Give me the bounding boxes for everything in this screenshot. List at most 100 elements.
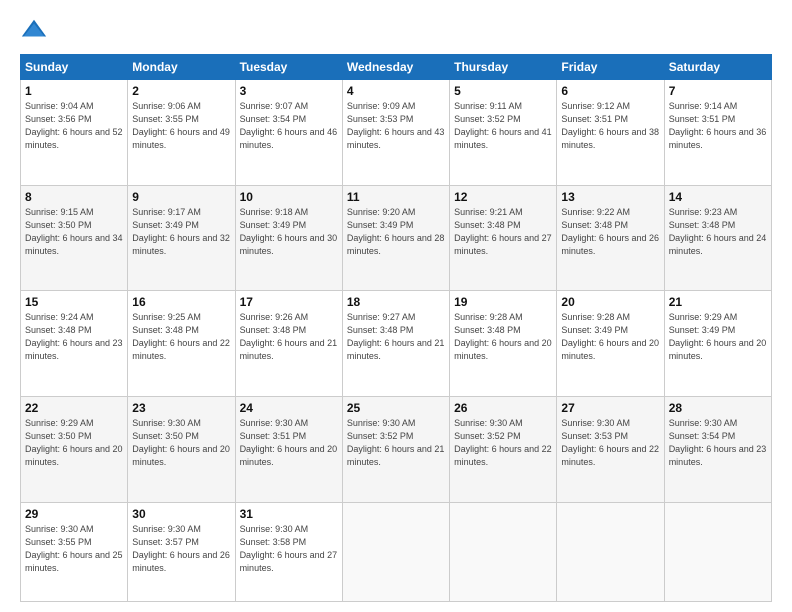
- calendar-cell: 24 Sunrise: 9:30 AMSunset: 3:51 PMDaylig…: [235, 396, 342, 502]
- calendar-week-row: 29 Sunrise: 9:30 AMSunset: 3:55 PMDaylig…: [21, 502, 772, 602]
- day-detail: Sunrise: 9:11 AMSunset: 3:52 PMDaylight:…: [454, 101, 552, 150]
- calendar-week-row: 15 Sunrise: 9:24 AMSunset: 3:48 PMDaylig…: [21, 291, 772, 397]
- calendar-cell: 10 Sunrise: 9:18 AMSunset: 3:49 PMDaylig…: [235, 185, 342, 291]
- day-detail: Sunrise: 9:30 AMSunset: 3:50 PMDaylight:…: [132, 418, 230, 467]
- calendar-cell: 17 Sunrise: 9:26 AMSunset: 3:48 PMDaylig…: [235, 291, 342, 397]
- day-detail: Sunrise: 9:29 AMSunset: 3:50 PMDaylight:…: [25, 418, 123, 467]
- calendar-cell: 26 Sunrise: 9:30 AMSunset: 3:52 PMDaylig…: [450, 396, 557, 502]
- day-detail: Sunrise: 9:17 AMSunset: 3:49 PMDaylight:…: [132, 207, 230, 256]
- day-detail: Sunrise: 9:20 AMSunset: 3:49 PMDaylight:…: [347, 207, 445, 256]
- calendar-cell: [557, 502, 664, 602]
- day-number: 29: [25, 507, 123, 521]
- day-number: 3: [240, 84, 338, 98]
- calendar-cell: 21 Sunrise: 9:29 AMSunset: 3:49 PMDaylig…: [664, 291, 771, 397]
- calendar-cell: [342, 502, 449, 602]
- calendar-cell: 19 Sunrise: 9:28 AMSunset: 3:48 PMDaylig…: [450, 291, 557, 397]
- calendar-week-row: 8 Sunrise: 9:15 AMSunset: 3:50 PMDayligh…: [21, 185, 772, 291]
- page: SundayMondayTuesdayWednesdayThursdayFrid…: [0, 0, 792, 612]
- logo-icon: [20, 16, 48, 44]
- weekday-header: Monday: [128, 55, 235, 80]
- day-detail: Sunrise: 9:06 AMSunset: 3:55 PMDaylight:…: [132, 101, 230, 150]
- day-number: 25: [347, 401, 445, 415]
- day-number: 17: [240, 295, 338, 309]
- day-detail: Sunrise: 9:14 AMSunset: 3:51 PMDaylight:…: [669, 101, 767, 150]
- day-number: 13: [561, 190, 659, 204]
- calendar-week-row: 22 Sunrise: 9:29 AMSunset: 3:50 PMDaylig…: [21, 396, 772, 502]
- calendar-cell: 27 Sunrise: 9:30 AMSunset: 3:53 PMDaylig…: [557, 396, 664, 502]
- logo: [20, 16, 52, 44]
- day-detail: Sunrise: 9:09 AMSunset: 3:53 PMDaylight:…: [347, 101, 445, 150]
- calendar-cell: 15 Sunrise: 9:24 AMSunset: 3:48 PMDaylig…: [21, 291, 128, 397]
- day-number: 26: [454, 401, 552, 415]
- day-number: 10: [240, 190, 338, 204]
- day-detail: Sunrise: 9:30 AMSunset: 3:52 PMDaylight:…: [454, 418, 552, 467]
- calendar-cell: 3 Sunrise: 9:07 AMSunset: 3:54 PMDayligh…: [235, 80, 342, 186]
- day-number: 23: [132, 401, 230, 415]
- day-number: 31: [240, 507, 338, 521]
- day-detail: Sunrise: 9:15 AMSunset: 3:50 PMDaylight:…: [25, 207, 123, 256]
- day-number: 12: [454, 190, 552, 204]
- calendar-cell: 31 Sunrise: 9:30 AMSunset: 3:58 PMDaylig…: [235, 502, 342, 602]
- calendar-cell: 2 Sunrise: 9:06 AMSunset: 3:55 PMDayligh…: [128, 80, 235, 186]
- day-detail: Sunrise: 9:21 AMSunset: 3:48 PMDaylight:…: [454, 207, 552, 256]
- day-detail: Sunrise: 9:30 AMSunset: 3:52 PMDaylight:…: [347, 418, 445, 467]
- day-detail: Sunrise: 9:30 AMSunset: 3:55 PMDaylight:…: [25, 524, 123, 573]
- weekday-header: Wednesday: [342, 55, 449, 80]
- calendar-cell: 7 Sunrise: 9:14 AMSunset: 3:51 PMDayligh…: [664, 80, 771, 186]
- calendar-cell: 20 Sunrise: 9:28 AMSunset: 3:49 PMDaylig…: [557, 291, 664, 397]
- day-detail: Sunrise: 9:29 AMSunset: 3:49 PMDaylight:…: [669, 312, 767, 361]
- day-detail: Sunrise: 9:26 AMSunset: 3:48 PMDaylight:…: [240, 312, 338, 361]
- day-number: 22: [25, 401, 123, 415]
- calendar-cell: 12 Sunrise: 9:21 AMSunset: 3:48 PMDaylig…: [450, 185, 557, 291]
- day-number: 7: [669, 84, 767, 98]
- day-detail: Sunrise: 9:30 AMSunset: 3:54 PMDaylight:…: [669, 418, 767, 467]
- calendar-cell: 13 Sunrise: 9:22 AMSunset: 3:48 PMDaylig…: [557, 185, 664, 291]
- day-number: 24: [240, 401, 338, 415]
- calendar-cell: 28 Sunrise: 9:30 AMSunset: 3:54 PMDaylig…: [664, 396, 771, 502]
- calendar-cell: 11 Sunrise: 9:20 AMSunset: 3:49 PMDaylig…: [342, 185, 449, 291]
- day-number: 9: [132, 190, 230, 204]
- calendar-cell: [450, 502, 557, 602]
- day-number: 6: [561, 84, 659, 98]
- day-detail: Sunrise: 9:24 AMSunset: 3:48 PMDaylight:…: [25, 312, 123, 361]
- calendar-cell: 9 Sunrise: 9:17 AMSunset: 3:49 PMDayligh…: [128, 185, 235, 291]
- day-number: 2: [132, 84, 230, 98]
- calendar-week-row: 1 Sunrise: 9:04 AMSunset: 3:56 PMDayligh…: [21, 80, 772, 186]
- day-detail: Sunrise: 9:23 AMSunset: 3:48 PMDaylight:…: [669, 207, 767, 256]
- day-detail: Sunrise: 9:30 AMSunset: 3:51 PMDaylight:…: [240, 418, 338, 467]
- day-number: 21: [669, 295, 767, 309]
- day-detail: Sunrise: 9:18 AMSunset: 3:49 PMDaylight:…: [240, 207, 338, 256]
- calendar-cell: 22 Sunrise: 9:29 AMSunset: 3:50 PMDaylig…: [21, 396, 128, 502]
- day-detail: Sunrise: 9:28 AMSunset: 3:48 PMDaylight:…: [454, 312, 552, 361]
- day-number: 11: [347, 190, 445, 204]
- day-number: 16: [132, 295, 230, 309]
- calendar-cell: 30 Sunrise: 9:30 AMSunset: 3:57 PMDaylig…: [128, 502, 235, 602]
- day-detail: Sunrise: 9:30 AMSunset: 3:53 PMDaylight:…: [561, 418, 659, 467]
- day-detail: Sunrise: 9:25 AMSunset: 3:48 PMDaylight:…: [132, 312, 230, 361]
- day-detail: Sunrise: 9:12 AMSunset: 3:51 PMDaylight:…: [561, 101, 659, 150]
- day-number: 14: [669, 190, 767, 204]
- day-number: 1: [25, 84, 123, 98]
- calendar-cell: 8 Sunrise: 9:15 AMSunset: 3:50 PMDayligh…: [21, 185, 128, 291]
- day-number: 15: [25, 295, 123, 309]
- day-number: 4: [347, 84, 445, 98]
- day-detail: Sunrise: 9:27 AMSunset: 3:48 PMDaylight:…: [347, 312, 445, 361]
- calendar-cell: 4 Sunrise: 9:09 AMSunset: 3:53 PMDayligh…: [342, 80, 449, 186]
- calendar-cell: 29 Sunrise: 9:30 AMSunset: 3:55 PMDaylig…: [21, 502, 128, 602]
- day-detail: Sunrise: 9:07 AMSunset: 3:54 PMDaylight:…: [240, 101, 338, 150]
- weekday-header: Friday: [557, 55, 664, 80]
- calendar-cell: 16 Sunrise: 9:25 AMSunset: 3:48 PMDaylig…: [128, 291, 235, 397]
- calendar-cell: 25 Sunrise: 9:30 AMSunset: 3:52 PMDaylig…: [342, 396, 449, 502]
- day-detail: Sunrise: 9:30 AMSunset: 3:57 PMDaylight:…: [132, 524, 230, 573]
- day-number: 18: [347, 295, 445, 309]
- day-number: 8: [25, 190, 123, 204]
- day-number: 27: [561, 401, 659, 415]
- day-detail: Sunrise: 9:28 AMSunset: 3:49 PMDaylight:…: [561, 312, 659, 361]
- calendar-cell: 23 Sunrise: 9:30 AMSunset: 3:50 PMDaylig…: [128, 396, 235, 502]
- day-detail: Sunrise: 9:30 AMSunset: 3:58 PMDaylight:…: [240, 524, 338, 573]
- day-number: 20: [561, 295, 659, 309]
- day-detail: Sunrise: 9:04 AMSunset: 3:56 PMDaylight:…: [25, 101, 123, 150]
- weekday-header: Thursday: [450, 55, 557, 80]
- header: [20, 16, 772, 44]
- calendar-table: SundayMondayTuesdayWednesdayThursdayFrid…: [20, 54, 772, 602]
